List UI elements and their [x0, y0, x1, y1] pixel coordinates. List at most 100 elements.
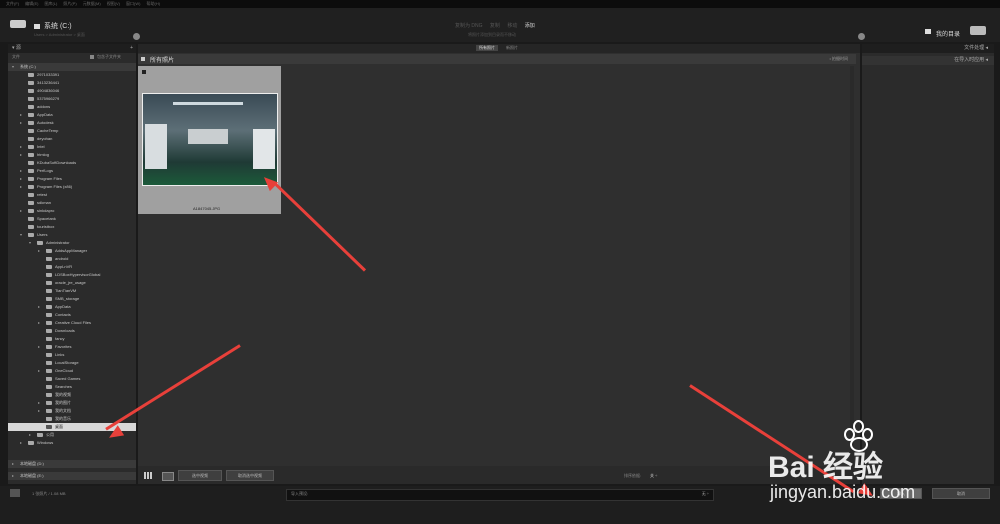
mode-copy[interactable]: 复制 — [490, 23, 500, 29]
sort-bottom-value[interactable]: 关 ÷ — [650, 473, 657, 479]
tab-new-photos[interactable]: 新照片 — [506, 45, 518, 51]
expand-triangle-icon[interactable]: ▸ — [38, 319, 40, 327]
folder-row[interactable]: ▸ AddsAppManager — [8, 247, 136, 255]
folder-row[interactable]: touristbox — [8, 223, 136, 231]
folder-row[interactable]: AppLnVR — [8, 263, 136, 271]
expand-triangle-icon[interactable]: ▸ — [38, 407, 40, 415]
file-handling-header[interactable]: 文件处理 ◂ — [862, 44, 994, 53]
folder-row[interactable]: ▸ Program Files (x86) — [8, 183, 136, 191]
folder-row[interactable]: ▸ 我的文档 — [8, 407, 136, 415]
folder-row[interactable]: CacheTemp — [8, 127, 136, 135]
expand-triangle-icon[interactable]: ▸ — [20, 175, 22, 183]
menu-item-0[interactable]: 文件(F) — [6, 0, 19, 8]
folder-row[interactable]: fancy — [8, 335, 136, 343]
folder-row[interactable]: Spacetank — [8, 215, 136, 223]
expand-triangle-icon[interactable]: ▸ — [38, 303, 40, 311]
menu-item-4[interactable]: 元数据(M) — [83, 0, 101, 8]
photo-thumbnail[interactable] — [142, 93, 278, 186]
destination-label[interactable]: 我的目录 — [936, 29, 960, 38]
folder-row[interactable]: 我的视频 — [8, 391, 136, 399]
folder-row[interactable]: ▸ Program Files — [8, 175, 136, 183]
folder-row[interactable]: ▸ AppData — [8, 303, 136, 311]
folder-row[interactable]: deyohan — [8, 135, 136, 143]
expand-triangle-icon[interactable]: ▸ — [38, 367, 40, 375]
folder-row[interactable]: android — [8, 255, 136, 263]
folder-row[interactable]: LocalStorage — [8, 359, 136, 367]
expand-triangle-icon[interactable]: ▸ — [20, 143, 22, 151]
mode-add[interactable]: 添加 — [525, 23, 535, 29]
drive-row[interactable]: ▾ 系统 (C:) — [8, 63, 136, 71]
expand-triangle-icon[interactable]: ▸ — [29, 431, 31, 439]
expand-triangle-icon[interactable]: ▸ — [20, 167, 22, 175]
source-panel-header[interactable]: ▾ 源 + — [8, 44, 136, 53]
menu-item-2[interactable]: 图库(L) — [44, 0, 57, 8]
folder-row[interactable]: TianTianVM — [8, 287, 136, 295]
sort-label[interactable]: • 拍摄时间 — [829, 56, 848, 62]
expand-triangle-icon[interactable]: ▸ — [38, 399, 40, 407]
expand-triangle-icon[interactable]: ▸ — [20, 207, 22, 215]
menu-item-5[interactable]: 视图(V) — [107, 0, 120, 8]
folder-row[interactable]: addons — [8, 103, 136, 111]
expand-triangle-icon[interactable]: ▸ — [20, 439, 22, 447]
folder-row[interactable]: Searches — [8, 383, 136, 391]
expand-triangle-icon[interactable]: ▾ — [29, 239, 31, 247]
folder-row[interactable]: ▸ Windows — [8, 439, 136, 447]
preset-box[interactable]: 导入预设: 无 ÷ — [286, 489, 714, 501]
folder-row[interactable]: Contacts — [8, 311, 136, 319]
menu-item-3[interactable]: 照片(P) — [63, 0, 76, 8]
folder-row[interactable]: 2971033391 — [8, 71, 136, 79]
folder-row[interactable]: ▾ Users — [8, 231, 136, 239]
mode-move[interactable]: 移动 — [507, 23, 517, 29]
drive-d-row[interactable]: ▸ 本地磁盘 (D:) — [8, 460, 136, 468]
folder-row[interactable]: ▸ Creative Cloud Files — [8, 319, 136, 327]
drive-e-row[interactable]: ▸ 本地磁盘 (E:) — [8, 472, 136, 480]
folder-row[interactable]: 5375966279 — [8, 95, 136, 103]
photo-cell[interactable]: A1847045.JPG — [138, 66, 281, 214]
expand-triangle-icon[interactable]: ▸ — [38, 247, 40, 255]
expand-triangle-icon[interactable]: ▸ — [20, 111, 22, 119]
back-arrow-icon[interactable] — [133, 33, 140, 40]
apply-during-import-header[interactable]: 在导入时应用 ◂ — [862, 56, 994, 65]
folder-row[interactable]: retest — [8, 191, 136, 199]
scrollbar[interactable] — [850, 66, 854, 466]
folder-row[interactable]: ▸ 我的图片 — [8, 399, 136, 407]
loupe-view-icon[interactable] — [162, 472, 174, 481]
expand-triangle-icon[interactable]: ▸ — [20, 119, 22, 127]
source-label[interactable]: 系统 (C:) — [44, 21, 72, 31]
folder-row[interactable]: KDubaSoftDownloads — [8, 159, 136, 167]
forward-arrow-icon[interactable] — [858, 33, 865, 40]
expand-triangle-icon[interactable]: ▸ — [20, 183, 22, 191]
folder-row[interactable]: Saved Games — [8, 375, 136, 383]
expand-bottom-icon[interactable] — [10, 489, 20, 497]
menu-item-6[interactable]: 窗口(W) — [126, 0, 140, 8]
menu-item-7[interactable]: 帮助(H) — [146, 0, 160, 8]
folder-row[interactable]: ▸ OneCloud — [8, 367, 136, 375]
tab-all-photos[interactable]: 所有照片 — [476, 45, 498, 51]
include-subfolders-checkbox[interactable] — [90, 55, 94, 59]
menu-item-1[interactable]: 编辑(E) — [25, 0, 38, 8]
folder-row[interactable]: LDSBoxHypervisorGlobal — [8, 271, 136, 279]
folder-row[interactable]: ▸ Intel — [8, 143, 136, 151]
folder-row[interactable]: ▾ Administrator — [8, 239, 136, 247]
folder-row[interactable]: Links — [8, 351, 136, 359]
select-all-checkbox[interactable] — [141, 57, 145, 61]
folder-row[interactable]: ▸ htmlog — [8, 151, 136, 159]
folder-row[interactable]: ▸ Autodesk — [8, 119, 136, 127]
folder-row[interactable]: SMB_storage — [8, 295, 136, 303]
mode-dng[interactable]: 复制为 DNG — [455, 23, 483, 29]
folder-row[interactable]: sdkman — [8, 199, 136, 207]
uncheck-all-button[interactable]: 取消选中视频 — [226, 470, 274, 481]
folder-row[interactable]: ▸ Favorites — [8, 343, 136, 351]
folder-row[interactable]: Downloads — [8, 327, 136, 335]
expand-triangle-icon[interactable]: ▸ — [20, 151, 22, 159]
expand-triangle-icon[interactable]: ▸ — [38, 343, 40, 351]
folder-row[interactable]: ▸ PerfLogs — [8, 167, 136, 175]
folder-row[interactable]: ▸ sinkdapro — [8, 207, 136, 215]
folder-row[interactable]: 3413236441 — [8, 79, 136, 87]
folder-row[interactable]: ▸ AppData — [8, 111, 136, 119]
check-all-button[interactable]: 选中视频 — [178, 470, 222, 481]
folder-row[interactable]: oracle_jre_usage — [8, 279, 136, 287]
expand-triangle-icon[interactable]: ▾ — [20, 231, 22, 239]
folder-row[interactable]: 4904836046 — [8, 87, 136, 95]
grid-view-icon[interactable] — [144, 472, 153, 479]
